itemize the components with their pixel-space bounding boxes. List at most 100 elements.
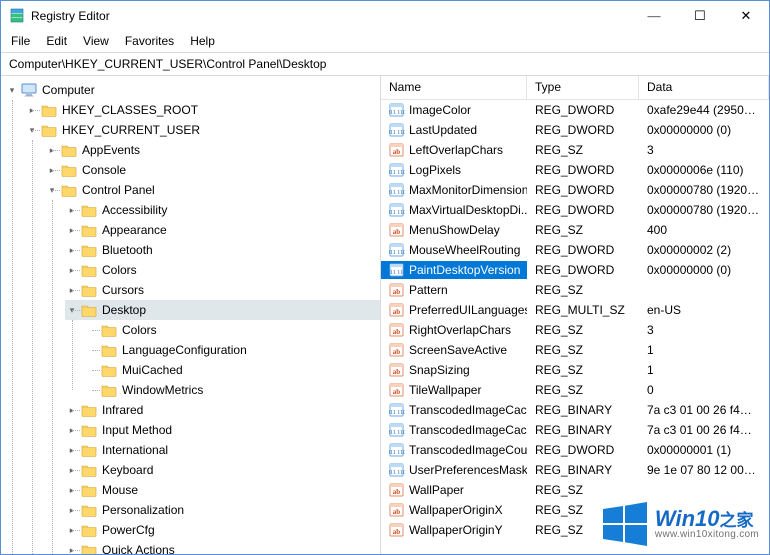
expander-icon[interactable]: ▸ [65, 505, 79, 516]
value-row[interactable]: 011 110MaxMonitorDimensionREG_DWORD0x000… [381, 180, 769, 200]
value-data: 0x00000000 (0) [639, 122, 769, 138]
expander-icon[interactable]: ▸ [65, 425, 79, 436]
tree-desktop[interactable]: ▾Desktop [65, 300, 380, 320]
folder-icon [81, 222, 97, 238]
column-name[interactable]: Name [381, 76, 527, 99]
expander-icon[interactable]: ▸ [65, 445, 79, 456]
tree-international[interactable]: ▸International [65, 440, 380, 460]
tree-bluetooth[interactable]: ▸Bluetooth [65, 240, 380, 260]
expander-icon[interactable]: ▸ [65, 225, 79, 236]
expander-icon[interactable]: ▸ [25, 105, 39, 116]
folder-icon [61, 162, 77, 178]
tree-quick-actions[interactable]: ▸Quick Actions [65, 540, 380, 554]
value-row[interactable]: 011 110LastUpdatedREG_DWORD0x00000000 (0… [381, 120, 769, 140]
tree-hkcr[interactable]: ▸HKEY_CLASSES_ROOT [25, 100, 380, 120]
value-row[interactable]: abScreenSaveActiveREG_SZ1 [381, 340, 769, 360]
tree-label: WindowMetrics [122, 383, 203, 397]
column-type[interactable]: Type [527, 76, 639, 99]
menu-favorites[interactable]: Favorites [117, 32, 182, 50]
tree-powercfg[interactable]: ▸PowerCfg [65, 520, 380, 540]
expander-icon[interactable]: ▾ [65, 305, 79, 316]
expander-icon[interactable]: ▸ [45, 165, 59, 176]
tree-infrared[interactable]: ▸Infrared [65, 400, 380, 420]
value-row[interactable]: 011 110TranscodedImageCac...REG_BINARY7a… [381, 420, 769, 440]
tree-appevents[interactable]: ▸AppEvents [45, 140, 380, 160]
expander-icon[interactable]: ▸ [65, 465, 79, 476]
tree-computer[interactable]: ▾Computer [5, 80, 380, 100]
tree-console[interactable]: ▸Console [45, 160, 380, 180]
tree-pane[interactable]: ▾Computer▸HKEY_CLASSES_ROOT ▾ HKEY_CURRENT… [1, 76, 381, 554]
value-row[interactable]: abLeftOverlapCharsREG_SZ3 [381, 140, 769, 160]
binary-value-icon: 011 110 [389, 102, 405, 118]
value-row[interactable]: 011 110LogPixelsREG_DWORD0x0000006e (110… [381, 160, 769, 180]
menu-view[interactable]: View [75, 32, 117, 50]
value-type: REG_DWORD [527, 122, 639, 138]
tree-colors[interactable]: ▸Colors [65, 260, 380, 280]
menu-help[interactable]: Help [182, 32, 223, 50]
tree-appearance[interactable]: ▸Appearance [65, 220, 380, 240]
tree-input-method[interactable]: ▸Input Method [65, 420, 380, 440]
value-row[interactable]: abWallPaperREG_SZ [381, 480, 769, 500]
tree-muicached[interactable]: MuiCached [85, 360, 380, 380]
expander-icon[interactable]: ▸ [65, 525, 79, 536]
tree-colors[interactable]: Colors [85, 320, 380, 340]
value-row[interactable]: 011 110MouseWheelRoutingREG_DWORD0x00000… [381, 240, 769, 260]
tree-label: Keyboard [102, 463, 153, 477]
tree-mouse[interactable]: ▸Mouse [65, 480, 380, 500]
address-bar[interactable] [1, 52, 769, 76]
string-value-icon: ab [389, 502, 405, 518]
svg-text:ab: ab [393, 228, 401, 236]
value-row[interactable]: abTileWallpaperREG_SZ0 [381, 380, 769, 400]
value-row[interactable]: abWallpaperOriginXREG_SZ [381, 500, 769, 520]
close-button[interactable]: ✕ [723, 1, 769, 31]
value-row[interactable]: abRightOverlapCharsREG_SZ3 [381, 320, 769, 340]
maximize-button[interactable]: ☐ [677, 1, 723, 31]
value-row[interactable]: abWallpaperOriginYREG_SZ [381, 520, 769, 540]
tree-keyboard[interactable]: ▸ Keyboard [65, 460, 380, 480]
tree-languageconfiguration[interactable]: LanguageConfiguration [85, 340, 380, 360]
value-data [639, 289, 769, 291]
tree-hkcu[interactable]: ▾ HKEY_CURRENT_USER [25, 120, 380, 140]
expander-icon[interactable]: ▾ [45, 185, 59, 196]
tree-label: MuiCached [122, 363, 183, 377]
binary-value-icon: 011 110 [389, 402, 405, 418]
list-body[interactable]: 011 110ImageColorREG_DWORD0xafe29e44 (29… [381, 100, 769, 554]
value-row[interactable]: abMenuShowDelayREG_SZ400 [381, 220, 769, 240]
value-row[interactable]: abPatternREG_SZ [381, 280, 769, 300]
value-row[interactable]: 011 110UserPreferencesMaskREG_BINARY9e 1… [381, 460, 769, 480]
minimize-button[interactable]: — [631, 1, 677, 31]
value-row[interactable]: abSnapSizingREG_SZ1 [381, 360, 769, 380]
tree-windowmetrics[interactable]: WindowMetrics [85, 380, 380, 400]
expander-icon[interactable]: ▾ [25, 125, 39, 136]
tree-personalization[interactable]: ▸Personalization [65, 500, 380, 520]
expander-icon[interactable]: ▸ [65, 405, 79, 416]
menu-file[interactable]: File [3, 32, 38, 50]
menu-edit[interactable]: Edit [38, 32, 75, 50]
tree-control-panel[interactable]: ▾Control Panel [45, 180, 380, 200]
expander-icon[interactable]: ▸ [65, 545, 79, 555]
value-name: TranscodedImageCount [409, 443, 527, 457]
tree-cursors[interactable]: ▸Cursors [65, 280, 380, 300]
expander-icon[interactable]: ▾ [5, 85, 19, 96]
value-row[interactable]: abPreferredUILanguagesREG_MULTI_SZen-US [381, 300, 769, 320]
expander-icon[interactable]: ▸ [45, 145, 59, 156]
value-row[interactable]: 011 110MaxVirtualDesktopDi...REG_DWORD0x… [381, 200, 769, 220]
value-row[interactable]: 011 110ImageColorREG_DWORD0xafe29e44 (29… [381, 100, 769, 120]
tree-accessibility[interactable]: ▸Accessibility [65, 200, 380, 220]
expander-icon[interactable]: ▸ [65, 485, 79, 496]
value-row[interactable]: 011 110TranscodedImageCountREG_DWORD0x00… [381, 440, 769, 460]
binary-value-icon: 011 110 [389, 202, 405, 218]
value-type: REG_DWORD [527, 262, 639, 278]
value-row[interactable]: 011 110TranscodedImageCacheREG_BINARY7a … [381, 400, 769, 420]
value-data: 0x00000780 (1920… [639, 182, 769, 198]
tree-label: HKEY_CURRENT_USER [62, 123, 200, 137]
expander-icon[interactable]: ▸ [65, 205, 79, 216]
value-type: REG_SZ [527, 362, 639, 378]
expander-icon[interactable]: ▸ [65, 245, 79, 256]
address-input[interactable] [7, 56, 763, 72]
value-row[interactable]: 011 110PaintDesktopVersionREG_DWORD0x000… [381, 260, 769, 280]
svg-text:011 110: 011 110 [389, 110, 405, 116]
expander-icon[interactable]: ▸ [65, 265, 79, 276]
column-data[interactable]: Data [639, 76, 769, 99]
expander-icon[interactable]: ▸ [65, 285, 79, 296]
